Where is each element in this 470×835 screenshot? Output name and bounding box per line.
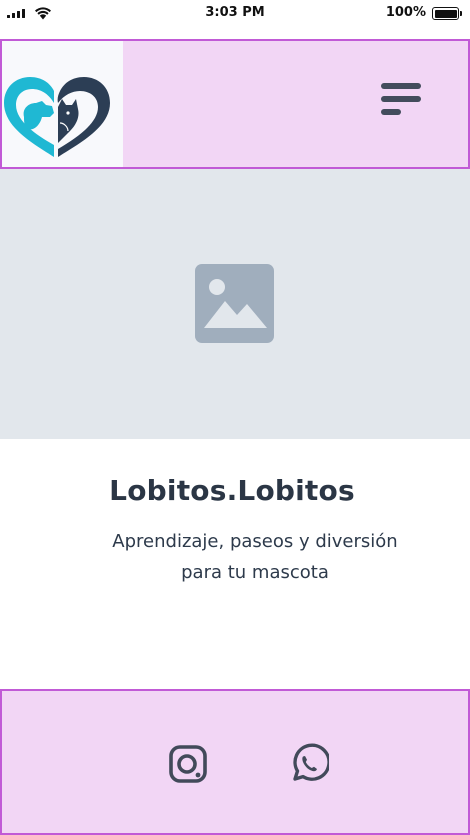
site-footer — [0, 689, 470, 835]
whatsapp-icon[interactable] — [289, 743, 329, 783]
brand-title: Lobitos.Lobitos — [109, 474, 355, 507]
hero-image — [0, 169, 470, 439]
battery-percentage: 100% — [385, 5, 426, 20]
tagline-line-2: para tu mascota — [181, 562, 329, 583]
image-placeholder-icon — [195, 264, 274, 343]
tagline: Aprendizaje, paseos y diversión para tu … — [90, 526, 420, 588]
heart-with-pets-logo-icon — [4, 77, 110, 157]
battery-tip — [460, 11, 462, 16]
status-bar: 3:03 PM 100% — [0, 0, 470, 28]
tagline-line-1: Aprendizaje, paseos y diversión — [112, 531, 398, 552]
hamburger-menu-icon[interactable] — [379, 83, 423, 119]
site-header — [0, 39, 470, 169]
logo[interactable] — [2, 41, 123, 167]
instagram-icon[interactable] — [168, 744, 208, 784]
battery-icon — [432, 7, 459, 20]
